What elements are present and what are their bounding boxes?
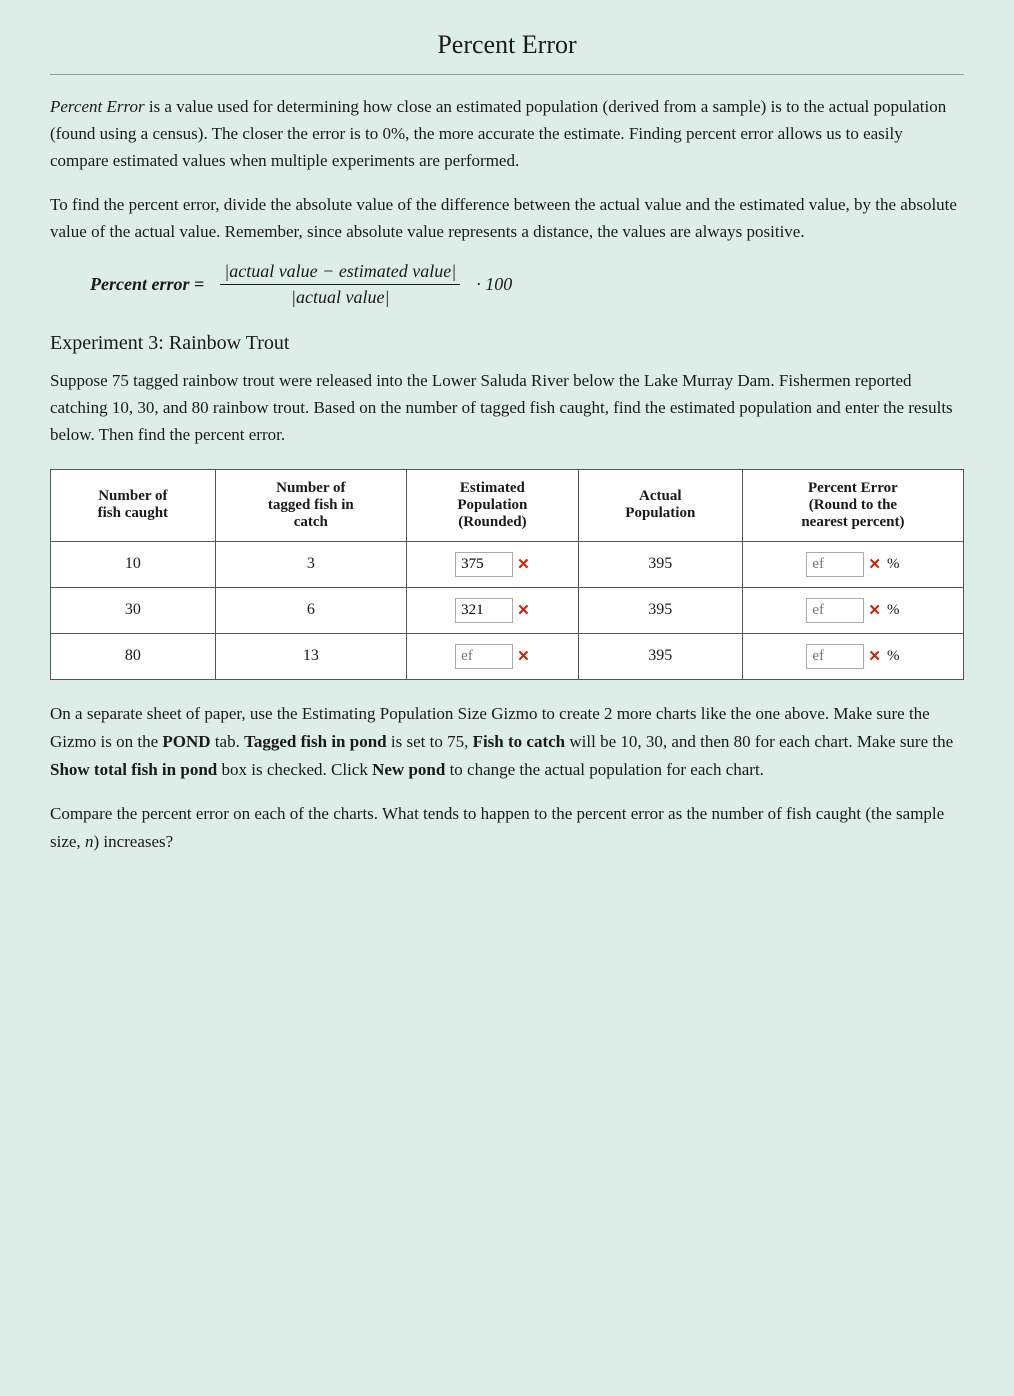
pct-err-input-1[interactable] (806, 552, 864, 577)
tagged-catch-2: 6 (215, 587, 406, 633)
tagged-catch-1: 3 (215, 541, 406, 587)
x-icon: ✕ (517, 555, 530, 573)
bold-pond: POND (162, 732, 210, 751)
col-header-est-pop: EstimatedPopulation(Rounded) (406, 469, 578, 541)
pct-err-input-3[interactable] (806, 644, 864, 669)
formula-denominator: |actual value| (287, 285, 393, 308)
x-icon: ✕ (517, 601, 530, 619)
table-header-row: Number offish caught Number oftagged fis… (51, 469, 964, 541)
experiment-heading: Experiment 3: Rainbow Trout (50, 332, 964, 355)
pct-symbol-2: % (887, 602, 900, 619)
bottom-paragraph-2: Compare the percent error on each of the… (50, 800, 964, 856)
bold-tagged-fish: Tagged fish in pond (244, 732, 387, 751)
x-icon: ✕ (868, 647, 881, 665)
pct-err-cell-1: ✕ % (742, 541, 963, 587)
est-pop-input-3[interactable] (455, 644, 513, 669)
actual-pop-1: 395 (578, 541, 742, 587)
x-icon: ✕ (868, 601, 881, 619)
pct-err-cell-3: ✕ % (742, 633, 963, 679)
table-row: 80 13 ✕ 395 ✕ (51, 633, 964, 679)
col-header-actual-pop: ActualPopulation (578, 469, 742, 541)
intro-paragraph-2: To find the percent error, divide the ab… (50, 191, 964, 245)
pct-err-cell-2: ✕ % (742, 587, 963, 633)
formula-numerator: |actual value − estimated value| (220, 261, 460, 285)
data-table: Number offish caught Number oftagged fis… (50, 469, 964, 680)
bold-new-pond: New pond (372, 760, 445, 779)
bottom-paragraph-1: On a separate sheet of paper, use the Es… (50, 700, 964, 784)
formula-fraction: |actual value − estimated value| |actual… (220, 261, 460, 308)
intro-text-1: is a value used for determining how clos… (50, 97, 946, 170)
table-row: 10 3 ✕ 395 ✕ (51, 541, 964, 587)
table-row: 30 6 ✕ 395 ✕ (51, 587, 964, 633)
est-pop-cell-2: ✕ (406, 587, 578, 633)
experiment-description: Suppose 75 tagged rainbow trout were rel… (50, 367, 964, 449)
pct-err-clear-1[interactable]: ✕ (868, 555, 881, 573)
italic-n: n (85, 832, 94, 851)
est-pop-cell-1: ✕ (406, 541, 578, 587)
est-pop-input-1[interactable] (455, 552, 513, 577)
page-title: Percent Error (50, 30, 964, 75)
est-pop-clear-2[interactable]: ✕ (517, 601, 530, 619)
x-icon: ✕ (868, 555, 881, 573)
est-pop-clear-1[interactable]: ✕ (517, 555, 530, 573)
formula-rhs: · 100 (476, 274, 512, 295)
bold-fish-to-catch: Fish to catch (473, 732, 566, 751)
actual-pop-3: 395 (578, 633, 742, 679)
formula-lhs: Percent error = (90, 274, 204, 295)
pct-err-clear-2[interactable]: ✕ (868, 601, 881, 619)
actual-pop-2: 395 (578, 587, 742, 633)
fish-caught-1: 10 (51, 541, 216, 587)
bold-show-total: Show total fish in pond (50, 760, 217, 779)
fish-caught-2: 30 (51, 587, 216, 633)
fish-caught-3: 80 (51, 633, 216, 679)
pct-symbol-1: % (887, 556, 900, 573)
est-pop-cell-3: ✕ (406, 633, 578, 679)
pct-symbol-3: % (887, 648, 900, 665)
est-pop-clear-3[interactable]: ✕ (517, 647, 530, 665)
col-header-tagged-fish: Number oftagged fish incatch (215, 469, 406, 541)
col-header-pct-error: Percent Error(Round to thenearest percen… (742, 469, 963, 541)
tagged-catch-3: 13 (215, 633, 406, 679)
percent-error-term: Percent Error (50, 97, 145, 116)
est-pop-input-2[interactable] (455, 598, 513, 623)
pct-err-input-2[interactable] (806, 598, 864, 623)
intro-paragraph-1: Percent Error is a value used for determ… (50, 93, 964, 175)
pct-err-clear-3[interactable]: ✕ (868, 647, 881, 665)
data-table-wrapper: Number offish caught Number oftagged fis… (50, 469, 964, 680)
col-header-fish-caught: Number offish caught (51, 469, 216, 541)
x-icon: ✕ (517, 647, 530, 665)
formula-block: Percent error = |actual value − estimate… (90, 261, 964, 308)
